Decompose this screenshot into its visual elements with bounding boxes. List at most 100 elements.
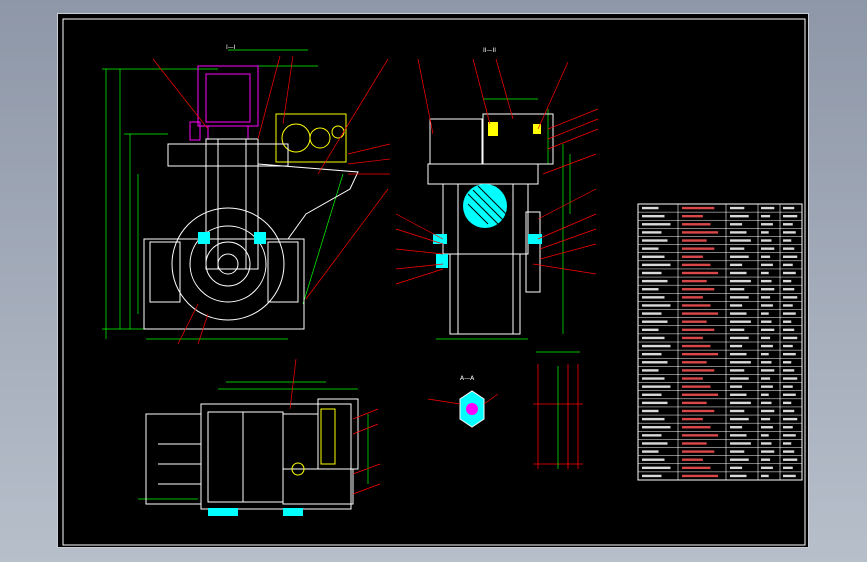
title-block-cell-text	[761, 426, 773, 429]
title-block-cell-text	[642, 466, 671, 470]
title-block-cell-text	[642, 474, 662, 478]
title-block-cell-text	[730, 474, 747, 478]
title-block-cell-text	[783, 239, 792, 242]
title-block-cell-text	[761, 223, 773, 226]
plan-view-body	[145, 398, 359, 510]
title-block-cell-text	[761, 344, 773, 348]
shaft-detail-dimensions	[536, 351, 580, 469]
title-block-cell-text	[682, 474, 719, 478]
title-block-cell-text	[730, 434, 747, 437]
title-block-cell-text	[730, 206, 745, 210]
title-block-cell-text	[730, 344, 743, 348]
title-block-cell-text	[761, 296, 771, 299]
title-block-cell-text	[730, 450, 745, 453]
title-block-cell-text	[642, 304, 671, 307]
motor-assembly	[189, 65, 259, 141]
title-block-cell-text	[642, 255, 665, 258]
drawing-sheet: I—I II—II A—A	[62, 18, 806, 546]
title-block-cell-text	[682, 247, 715, 250]
title-block-cell-text	[730, 409, 745, 413]
title-block-cell-text	[730, 369, 745, 372]
plan-view-dimensions	[138, 381, 369, 500]
title-block-cell-text	[642, 361, 668, 364]
front-view: I—I	[102, 44, 391, 345]
title-block-cell-text	[761, 442, 772, 445]
title-block-cell-text	[682, 239, 707, 242]
title-block-cell-text	[761, 214, 771, 218]
title-block-cell-text	[730, 255, 749, 258]
title-block-cell-text	[730, 328, 745, 332]
title-block-cell-text	[730, 271, 747, 275]
title-block-cell-text	[730, 466, 743, 470]
title-block-cell-text	[761, 458, 771, 461]
title-block-cell-text	[730, 336, 749, 340]
title-block-cell-text	[682, 466, 711, 470]
title-block-cell-text	[730, 304, 743, 307]
title-block-cell-text	[761, 369, 775, 372]
title-block-cell-text	[783, 296, 798, 299]
title-block-cell-text	[682, 304, 711, 307]
title-block-cell-text	[730, 239, 751, 242]
title-block-cell-text	[682, 352, 719, 356]
title-block-cell-text	[642, 214, 665, 218]
title-block-cell-text	[783, 426, 793, 429]
title-block-cell-text	[682, 401, 707, 405]
title-block-cell-text	[761, 320, 772, 323]
title-block-cell-text	[761, 466, 773, 470]
front-view-dimensions	[102, 49, 344, 340]
title-block-cell-text	[642, 263, 671, 267]
main-frame	[143, 138, 359, 330]
title-block-cell-text	[783, 231, 796, 234]
title-block-cell-text	[761, 304, 773, 307]
title-block-cell-text	[783, 409, 795, 413]
title-block-cell-text	[783, 279, 792, 283]
title-block-cell-text	[761, 377, 771, 380]
title-block-cell-text	[642, 223, 671, 226]
plan-view-coupling	[291, 408, 336, 476]
title-block-cell-text	[682, 328, 715, 332]
cad-drawing-canvas[interactable]: I—I II—II A—A	[57, 13, 809, 548]
title-block-cell-text	[682, 409, 715, 413]
title-block-cell-text	[761, 288, 775, 291]
title-block-cell-text	[642, 377, 665, 380]
title-block-cell-text	[682, 271, 719, 275]
title-block-cell-text	[642, 426, 671, 429]
title-block-cell-text	[730, 247, 745, 250]
title-block-cell-text	[682, 296, 703, 299]
title-block-cell-text	[761, 401, 772, 405]
title-block-cell-text	[761, 328, 775, 332]
title-block-cell-text	[642, 393, 662, 396]
title-block-cell-text	[761, 352, 769, 356]
title-block-cell-text	[761, 409, 775, 413]
shaft-hub	[463, 184, 507, 228]
title-block-cell-text	[682, 442, 707, 445]
detail-view-label: A—A	[460, 375, 475, 382]
title-block-cell-text	[642, 450, 659, 453]
title-block-cell-text	[730, 296, 749, 299]
title-block-cell-text	[761, 393, 769, 396]
title-block-cell-text	[761, 279, 772, 283]
side-view-label: II—II	[483, 47, 496, 54]
title-block-cell-text	[783, 304, 793, 307]
title-block-cell-text	[761, 239, 772, 242]
title-block-cell-text	[642, 417, 665, 421]
title-block-cell-text	[730, 288, 745, 291]
title-block-cell-text	[642, 336, 665, 340]
title-block-cell-text	[642, 206, 659, 210]
plan-view	[138, 358, 381, 516]
title-block-cell-text	[783, 417, 798, 421]
title-block-cell-text	[761, 206, 775, 210]
title-block-cell-text	[783, 271, 796, 275]
title-block-rows	[638, 211, 802, 473]
title-block-cell-text	[642, 328, 659, 332]
side-view-dimensions	[436, 98, 571, 340]
title-block-cell-text	[730, 377, 749, 380]
title-block-cell-text	[642, 442, 668, 445]
title-block-cell-text	[783, 450, 795, 453]
title-block-cell-text	[730, 385, 743, 388]
title-block-cell-text	[682, 206, 715, 210]
title-block-cell-text	[783, 206, 795, 210]
title-block-cell-text	[730, 442, 751, 445]
title-block-cell-text	[682, 320, 707, 323]
title-block-cell-text	[783, 223, 793, 226]
